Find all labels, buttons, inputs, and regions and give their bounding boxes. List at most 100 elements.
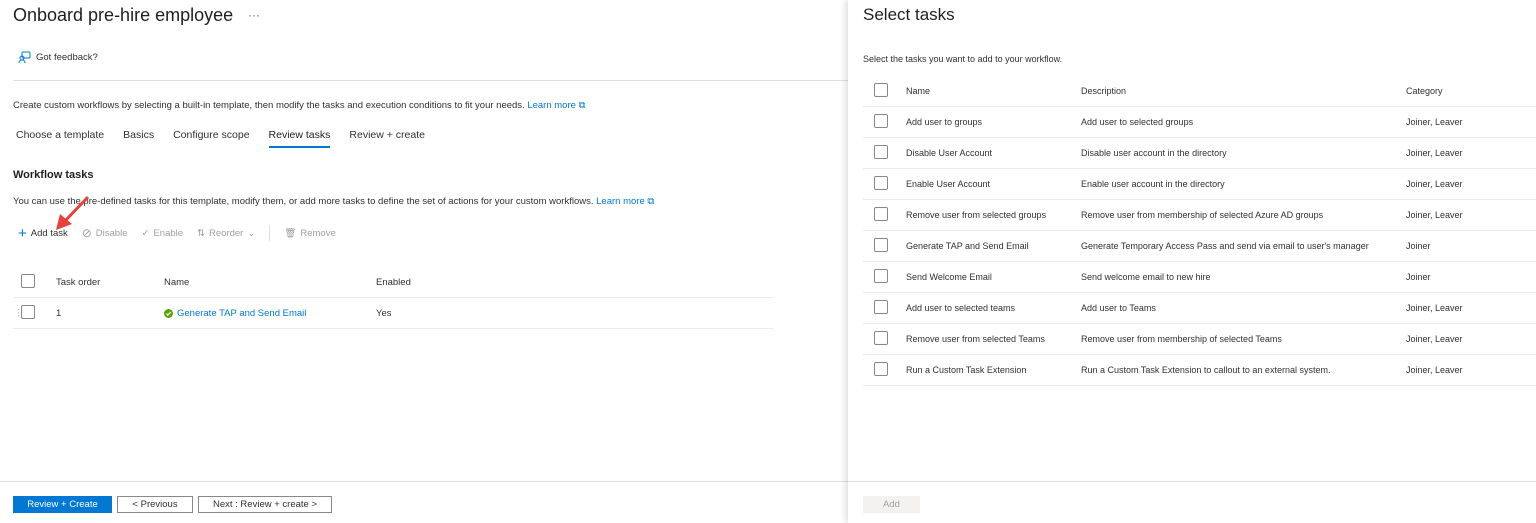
task-category: Joiner, Leaver — [1406, 365, 1463, 375]
task-category: Joiner, Leaver — [1406, 117, 1463, 127]
feedback-icon — [18, 51, 31, 64]
task-name: Disable User Account — [906, 148, 993, 158]
divider — [13, 80, 848, 81]
feedback-label: Got feedback? — [36, 52, 98, 63]
select-all-checkbox[interactable] — [874, 83, 888, 97]
tab-choose-template[interactable]: Choose a template — [16, 129, 104, 148]
external-link-icon: ⧉ — [578, 100, 586, 111]
col-category[interactable]: Category — [1406, 86, 1443, 96]
task-description: Add user to selected groups — [1081, 117, 1194, 127]
row-checkbox[interactable] — [874, 176, 888, 190]
row-checkbox[interactable] — [874, 145, 888, 159]
task-name-link[interactable]: Generate TAP and Send Email — [177, 308, 306, 319]
task-category: Joiner, Leaver — [1406, 148, 1463, 158]
task-category: Joiner, Leaver — [1406, 334, 1463, 344]
page-title: Onboard pre-hire employee — [13, 5, 234, 25]
row-checkbox[interactable] — [874, 362, 888, 376]
table-header: Name Description Category — [863, 76, 1536, 107]
check-icon: ✓ — [141, 227, 150, 239]
trash-icon: 🗑 — [284, 227, 297, 239]
workflow-description: You can use the pre-defined tasks for th… — [13, 196, 654, 207]
previous-button[interactable]: < Previous — [117, 496, 193, 513]
review-create-button[interactable]: Review + Create — [13, 496, 112, 513]
task-category: Joiner — [1406, 241, 1431, 251]
task-description: Remove user from membership of selected … — [1081, 334, 1282, 344]
learn-more-link-2[interactable]: Learn more — [596, 196, 645, 207]
col-name[interactable]: Name — [164, 277, 376, 288]
panel-footer-divider — [848, 481, 1536, 482]
select-tasks-panel: Select tasks Select the tasks you want t… — [848, 0, 1536, 523]
task-description: Remove user from membership of selected … — [1081, 210, 1324, 220]
task-name: Enable User Account — [906, 179, 991, 189]
tab-configure-scope[interactable]: Configure scope — [173, 129, 249, 148]
task-category: Joiner, Leaver — [1406, 303, 1463, 313]
reorder-button[interactable]: ⇅ Reorder ⌄ — [197, 228, 255, 239]
row-checkbox[interactable] — [874, 300, 888, 314]
toolbar-divider — [269, 225, 271, 241]
row-checkbox[interactable] — [874, 114, 888, 128]
disable-label: Disable — [95, 227, 128, 239]
section-heading: Workflow tasks — [13, 169, 94, 181]
enable-button[interactable]: ✓ Enable — [141, 228, 183, 239]
annotation-arrow-icon — [56, 195, 90, 230]
tab-basics[interactable]: Basics — [123, 129, 154, 148]
task-description: Disable user account in the directory — [1081, 148, 1227, 158]
col-enabled[interactable]: Enabled — [376, 277, 411, 288]
panel-title: Select tasks — [863, 5, 955, 24]
col-description[interactable]: Description — [1081, 86, 1406, 96]
remove-label: Remove — [300, 227, 336, 239]
intro-description: Create custom workflows by selecting a b… — [13, 100, 525, 111]
task-name: Remove user from selected groups — [906, 210, 1047, 220]
task-name: Remove user from selected Teams — [906, 334, 1045, 344]
row-checkbox[interactable] — [874, 238, 888, 252]
drag-handle-icon[interactable]: ⋮ — [14, 308, 24, 319]
table-header: Task order Name Enabled — [13, 267, 773, 298]
table-row[interactable]: Enable User Account Enable user account … — [863, 169, 1536, 200]
table-row: ⋮ 1 Generate TAP and Send Email Yes — [13, 298, 773, 329]
row-checkbox[interactable] — [874, 207, 888, 221]
learn-more-link[interactable]: Learn more — [527, 100, 576, 111]
chevron-down-icon: ⌄ — [247, 227, 256, 239]
remove-button[interactable]: 🗑 Remove — [284, 228, 335, 239]
footer-divider — [0, 481, 848, 482]
task-description: Enable user account in the directory — [1081, 179, 1225, 189]
table-row[interactable]: Remove user from selected groups Remove … — [863, 200, 1536, 231]
tab-review-tasks[interactable]: Review tasks — [268, 129, 331, 148]
tab-review-create[interactable]: Review + create — [349, 129, 425, 148]
task-name: Send Welcome Email — [906, 272, 992, 282]
task-description: Add user to Teams — [1081, 303, 1156, 313]
table-row[interactable]: Run a Custom Task Extension Run a Custom… — [863, 355, 1536, 386]
feedback-link[interactable]: Got feedback? — [18, 51, 98, 64]
task-name: Generate TAP and Send Email — [906, 241, 1029, 251]
add-button[interactable]: Add — [863, 496, 920, 513]
task-table: Task order Name Enabled ⋮ 1 Generate TAP… — [13, 267, 773, 329]
task-category: Joiner, Leaver — [1406, 210, 1463, 220]
reorder-icon: ⇅ — [197, 227, 206, 239]
row-checkbox[interactable] — [874, 331, 888, 345]
task-name: Add user to selected teams — [906, 303, 1016, 313]
task-name: Add user to groups — [906, 117, 983, 127]
col-task-order[interactable]: Task order — [56, 277, 164, 288]
table-row[interactable]: Generate TAP and Send Email Generate Tem… — [863, 231, 1536, 262]
table-row[interactable]: Add user to selected teams Add user to T… — [863, 293, 1536, 324]
col-name[interactable]: Name — [906, 86, 1081, 96]
table-row[interactable]: Remove user from selected Teams Remove u… — [863, 324, 1536, 355]
intro-text: Create custom workflows by selecting a b… — [13, 100, 585, 111]
reorder-label: Reorder — [209, 227, 244, 239]
table-row[interactable]: Add user to groups Add user to selected … — [863, 107, 1536, 138]
select-tasks-table: Name Description Category Add user to gr… — [863, 76, 1536, 386]
check-circle-icon — [164, 308, 173, 318]
table-row[interactable]: Disable User Account Disable user accoun… — [863, 138, 1536, 169]
table-row[interactable]: Send Welcome Email Send welcome email to… — [863, 262, 1536, 293]
next-button[interactable]: Next : Review + create > — [198, 496, 332, 513]
workflow-description-text: You can use the pre-defined tasks for th… — [13, 196, 594, 207]
row-checkbox[interactable] — [874, 269, 888, 283]
more-options-button[interactable]: ··· — [248, 8, 260, 22]
task-name: Run a Custom Task Extension — [906, 365, 1027, 375]
task-description: Run a Custom Task Extension to callout t… — [1081, 365, 1331, 375]
task-description: Send welcome email to new hire — [1081, 272, 1211, 282]
task-description: Generate Temporary Access Pass and send … — [1081, 241, 1369, 251]
plus-icon: + — [18, 224, 27, 242]
select-all-checkbox[interactable] — [21, 273, 35, 288]
task-category: Joiner, Leaver — [1406, 179, 1463, 189]
